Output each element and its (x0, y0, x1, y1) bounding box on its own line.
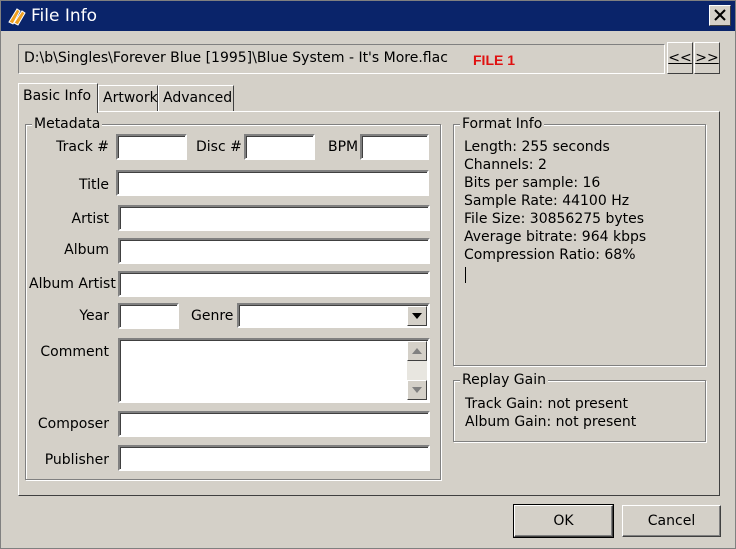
tab-label: Advanced (163, 90, 233, 106)
format-info-group: Format Info Length: 255 seconds Channels… (453, 116, 706, 366)
title-label: Title (78, 177, 109, 193)
disc-number-field[interactable] (244, 134, 315, 160)
tab-basic-info[interactable]: Basic Info (18, 83, 98, 113)
title-bar[interactable]: File Info (1, 1, 735, 31)
scroll-down-button[interactable] (407, 380, 427, 400)
artist-field[interactable] (118, 205, 430, 231)
file-path-display: D:\b\Singles\Forever Blue [1995]\Blue Sy… (18, 44, 665, 74)
previous-file-label: << (668, 50, 692, 66)
next-file-label: >> (695, 50, 719, 66)
album-artist-field[interactable] (118, 271, 430, 297)
replay-gain-group: Replay Gain Track Gain: not present Albu… (453, 372, 706, 442)
bpm-label: BPM (328, 139, 359, 155)
year-label: Year (79, 308, 109, 324)
format-info-channels: Channels: 2 (464, 157, 547, 173)
format-info-sample-rate: Sample Rate: 44100 Hz (464, 193, 630, 209)
disc-label: Disc # (196, 139, 242, 155)
scroll-up-button[interactable] (407, 341, 427, 361)
replay-gain-track: Track Gain: not present (465, 396, 629, 412)
track-number-field[interactable] (116, 134, 187, 160)
format-info-file-size: File Size: 30856275 bytes (464, 211, 645, 227)
tab-advanced[interactable]: Advanced (158, 85, 234, 111)
close-button[interactable] (709, 5, 731, 26)
text-caret (465, 267, 466, 283)
file-index-label: FILE 1 (473, 52, 516, 68)
format-info-bitrate: Average bitrate: 964 kbps (464, 229, 647, 245)
artist-label: Artist (71, 211, 110, 227)
track-label: Track # (56, 139, 109, 155)
tab-artwork[interactable]: Artwork (98, 85, 158, 111)
comment-field[interactable] (118, 338, 430, 403)
comment-label: Comment (40, 344, 109, 360)
format-info-length: Length: 255 seconds (464, 139, 610, 155)
album-label: Album (64, 242, 109, 258)
comment-scrollbar-track[interactable] (407, 361, 427, 380)
composer-label: Composer (37, 416, 109, 432)
genre-label: Genre (191, 308, 234, 324)
metadata-group-title: Metadata (32, 116, 103, 132)
window-title: File Info (31, 6, 98, 26)
ok-button-label: OK (553, 513, 574, 529)
genre-dropdown-button[interactable] (407, 306, 427, 326)
year-field[interactable] (118, 303, 179, 329)
publisher-label: Publisher (44, 452, 109, 468)
previous-file-button[interactable]: << (667, 42, 693, 74)
file-path: D:\b\Singles\Forever Blue [1995]\Blue Sy… (24, 50, 448, 66)
album-field[interactable] (118, 238, 430, 264)
format-info-compression: Compression Ratio: 68% (464, 247, 636, 263)
file-info-dialog: File Info D:\b\Singles\Forever Blue [199… (0, 0, 736, 549)
ok-button[interactable]: OK (513, 504, 614, 538)
genre-dropdown[interactable] (237, 303, 430, 328)
album-artist-label: Album Artist (29, 276, 116, 292)
cancel-button-label: Cancel (647, 513, 696, 529)
app-icon (7, 6, 27, 26)
publisher-field[interactable] (118, 445, 430, 471)
format-info-bits: Bits per sample: 16 (464, 175, 601, 191)
replay-gain-group-title: Replay Gain (460, 372, 548, 388)
title-field[interactable] (116, 170, 429, 196)
bpm-field[interactable] (360, 134, 429, 160)
format-info-group-title: Format Info (460, 116, 545, 132)
cancel-button[interactable]: Cancel (622, 505, 721, 537)
composer-field[interactable] (118, 411, 430, 437)
tab-label: Artwork (103, 90, 158, 106)
next-file-button[interactable]: >> (694, 42, 720, 74)
replay-gain-album: Album Gain: not present (465, 414, 637, 430)
tab-label: Basic Info (23, 88, 92, 104)
